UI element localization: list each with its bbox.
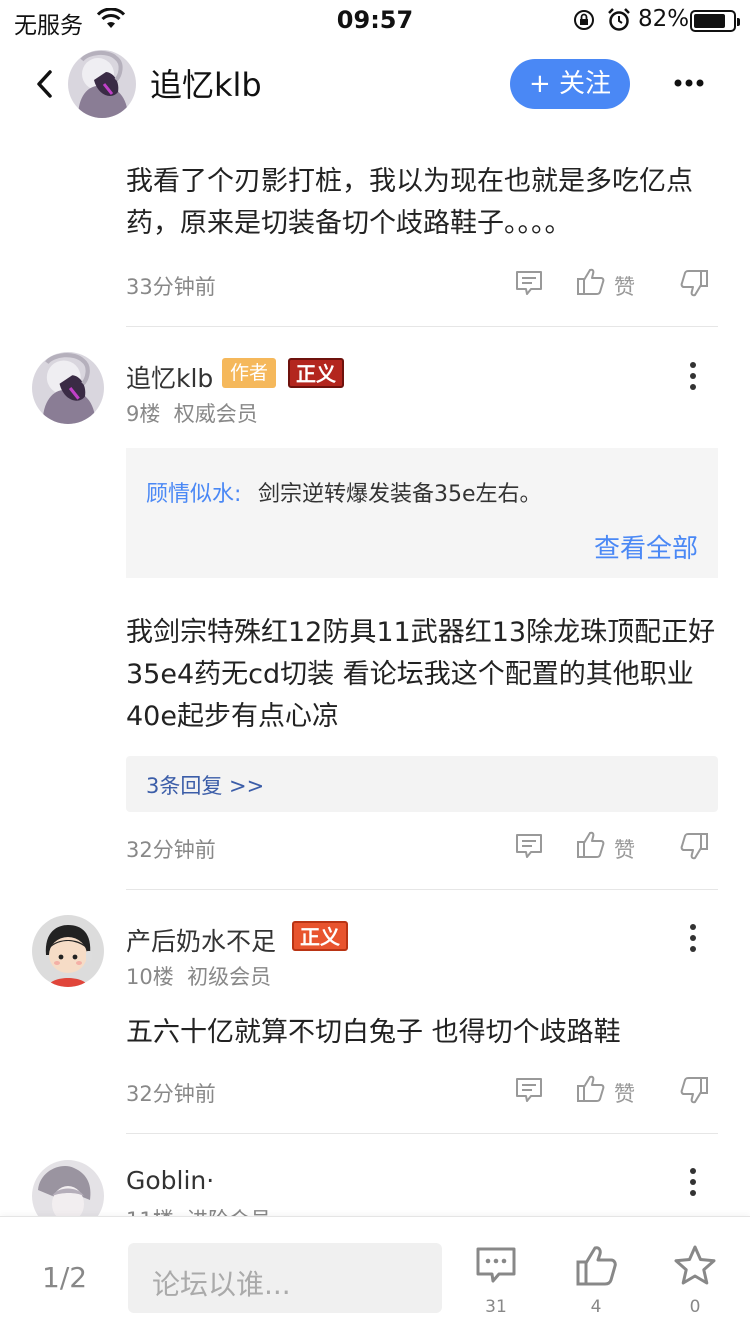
top-nav: 追忆klb + 关注 (0, 40, 750, 130)
floor-level: 10楼 初级会员 (126, 961, 271, 991)
avatar[interactable] (32, 352, 104, 424)
thumbs-up-icon[interactable] (575, 829, 607, 865)
battery-percent: 82% (638, 6, 690, 32)
comment-icon[interactable] (514, 1075, 544, 1109)
avatar[interactable] (32, 915, 104, 987)
page-indicator[interactable]: 1/2 (42, 1261, 87, 1294)
quote-text: 剑宗逆转爆发装备35e左右。 (258, 482, 542, 507)
thumbs-up-icon[interactable] (574, 1243, 620, 1293)
floor-number: 10楼 (126, 965, 174, 989)
post-text: 我剑宗特殊红12防具11武器红13除龙珠顶配正好35e4药无cd切装 看论坛我这… (126, 617, 716, 732)
back-button[interactable] (30, 66, 60, 102)
post-time: 32分钟前 (126, 1082, 216, 1106)
comment-username[interactable]: Goblin· (126, 1166, 214, 1195)
thumbs-down-icon[interactable] (678, 831, 710, 867)
author-badge: 作者 (222, 358, 277, 388)
floor-level: 9楼 权威会员 (126, 398, 258, 428)
replies-label[interactable]: 3条回复 >> (146, 770, 264, 800)
lock-rotation-icon (572, 8, 596, 38)
thumbs-down-icon[interactable] (678, 268, 710, 304)
star-icon[interactable] (672, 1243, 718, 1293)
post-text: 我看了个刃影打桩，我以为现在也就是多吃亿点药，原来是切装备切个歧路鞋子。。。。 (126, 166, 693, 239)
floor-number: 9楼 (126, 402, 161, 426)
like-label[interactable]: 赞 (614, 271, 635, 301)
like-count: 4 (590, 1297, 602, 1317)
follow-button[interactable]: + 关注 (510, 59, 630, 109)
bottom-toolbar: 1/2 论坛以谁... 31 4 0 (0, 1216, 750, 1334)
member-level: 初级会员 (187, 965, 272, 989)
thumbs-up-icon[interactable] (575, 1073, 607, 1109)
post-time: 32分钟前 (126, 838, 216, 862)
like-label[interactable]: 赞 (614, 834, 635, 864)
comment-icon[interactable] (514, 831, 544, 865)
quote-author[interactable]: 顾情似水: (146, 476, 241, 508)
more-icon[interactable] (683, 922, 703, 956)
comment-icon[interactable] (474, 1243, 518, 1291)
post-time: 33分钟前 (126, 275, 216, 299)
like-label[interactable]: 赞 (614, 1078, 635, 1108)
justice-badge: 正义 (292, 921, 348, 951)
comment-icon[interactable] (514, 268, 544, 302)
reply-placeholder[interactable]: 论坛以谁... (152, 1263, 291, 1303)
reply-input[interactable]: 论坛以谁... (128, 1243, 442, 1313)
view-all-link[interactable]: 查看全部 (594, 528, 698, 565)
justice-badge: 正义 (288, 358, 344, 388)
more-icon[interactable] (664, 68, 714, 98)
alarm-icon (606, 7, 632, 39)
quote-box[interactable]: 顾情似水: 剑宗逆转爆发装备35e左右。 查看全部 (126, 448, 718, 578)
favorite-count: 0 (689, 1297, 701, 1317)
thumbs-down-icon[interactable] (678, 1075, 710, 1111)
battery-icon (690, 10, 740, 32)
divider (126, 326, 718, 327)
header-username[interactable]: 追忆klb (150, 60, 262, 106)
comment-count: 31 (485, 1297, 507, 1317)
member-level: 权威会员 (173, 402, 258, 426)
status-bar: 无服务 09:57 82% (0, 0, 750, 40)
divider (126, 889, 718, 890)
more-icon[interactable] (683, 360, 703, 394)
comment-username[interactable]: 追忆klb (126, 359, 213, 395)
more-icon[interactable] (683, 1166, 703, 1200)
divider (126, 1133, 718, 1134)
post-text: 五六十亿就算不切白兔子 也得切个歧路鞋 (126, 1017, 621, 1048)
thumbs-up-icon[interactable] (575, 266, 607, 302)
comment-username[interactable]: 产后奶水不足 (126, 922, 276, 958)
back-icon (37, 70, 52, 98)
replies-link[interactable]: 3条回复 >> (126, 756, 718, 812)
header-avatar[interactable] (68, 50, 136, 118)
